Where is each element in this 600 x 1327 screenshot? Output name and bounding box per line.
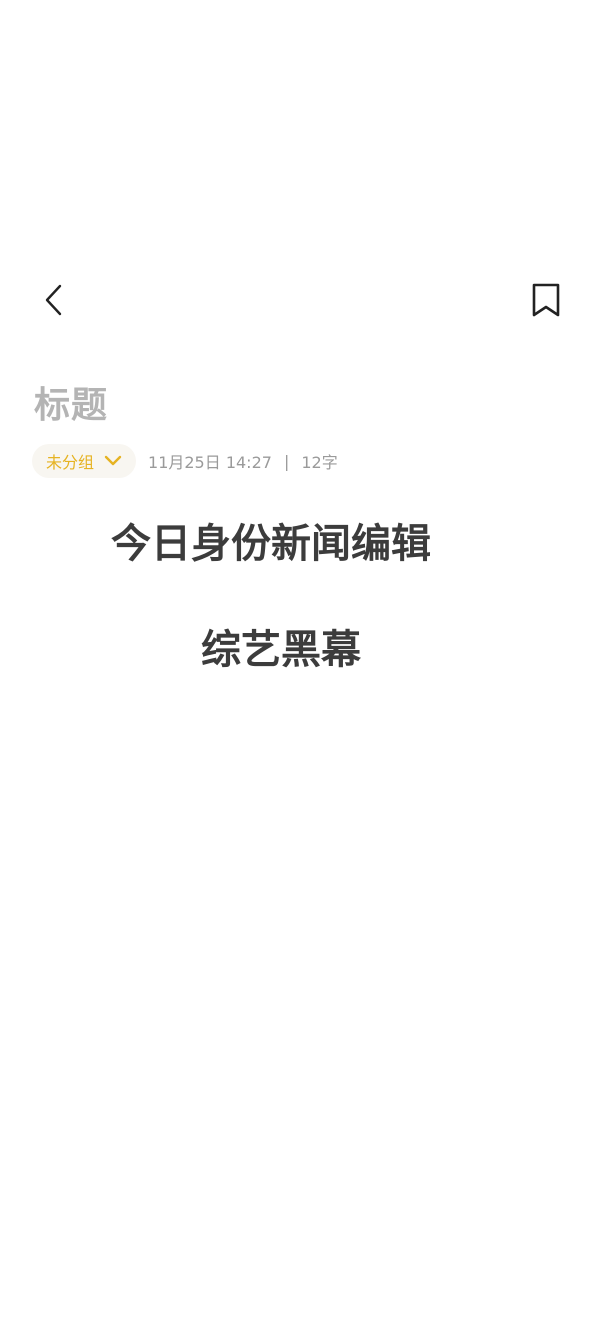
- group-selector[interactable]: 未分组: [32, 444, 137, 478]
- top-bar: [0, 270, 600, 330]
- chevron-left-icon: [45, 284, 62, 316]
- meta-separator: |: [283, 451, 290, 471]
- note-title-placeholder[interactable]: 标题: [34, 382, 108, 430]
- note-body-line[interactable]: 综艺黑幕: [201, 624, 361, 676]
- bookmark-icon: [532, 283, 560, 317]
- group-label: 未分组: [46, 453, 95, 472]
- word-count: 12字: [301, 453, 338, 472]
- back-button[interactable]: [34, 278, 74, 322]
- chevron-down-icon: [104, 455, 122, 466]
- note-meta-row: 未分组 11月25日 14:27 | 12字: [32, 444, 338, 478]
- bookmark-button[interactable]: [524, 278, 568, 322]
- note-body-line[interactable]: 今日身份新闻编辑: [111, 518, 431, 570]
- note-datetime: 11月25日 14:27: [148, 453, 272, 472]
